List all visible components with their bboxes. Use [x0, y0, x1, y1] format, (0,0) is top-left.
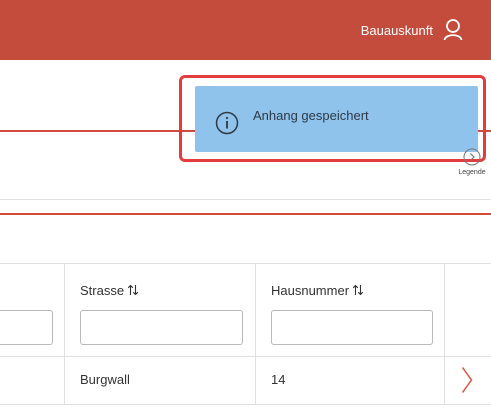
column-header-strasse[interactable]: Strasse — [80, 283, 139, 298]
sort-icon — [127, 284, 139, 296]
table-header-row: Strasse Hausnummer — [0, 263, 491, 358]
sort-icon — [352, 284, 364, 296]
filter-input-hausnummer[interactable] — [271, 310, 433, 345]
section-divider — [0, 130, 195, 132]
column-divider — [64, 264, 65, 358]
section-divider — [0, 199, 491, 200]
chevron-circle-icon — [463, 148, 481, 166]
cell-strasse: Burgwall — [80, 372, 130, 387]
column-header-hausnummer[interactable]: Hausnummer — [271, 283, 364, 298]
table-row[interactable]: Burgwall 14 — [0, 357, 491, 405]
chevron-right-icon[interactable] — [461, 366, 473, 394]
cell-hausnummer: 14 — [271, 372, 286, 387]
top-bar: Bauauskunft — [0, 0, 491, 60]
column-divider — [444, 264, 445, 358]
legend-label: Legende — [458, 169, 486, 176]
user-menu[interactable]: Bauauskunft — [361, 0, 463, 60]
section-divider — [0, 213, 491, 215]
user-label: Bauauskunft — [360, 22, 433, 38]
user-icon — [443, 19, 463, 41]
column-divider — [255, 357, 256, 405]
filter-input-strasse[interactable] — [80, 310, 243, 345]
toast-highlight-frame — [179, 75, 486, 162]
column-divider — [64, 357, 65, 405]
column-divider — [444, 357, 445, 405]
filter-input-previous-column[interactable] — [0, 310, 53, 345]
column-divider — [255, 264, 256, 358]
legend-button[interactable]: Legende — [456, 148, 488, 176]
